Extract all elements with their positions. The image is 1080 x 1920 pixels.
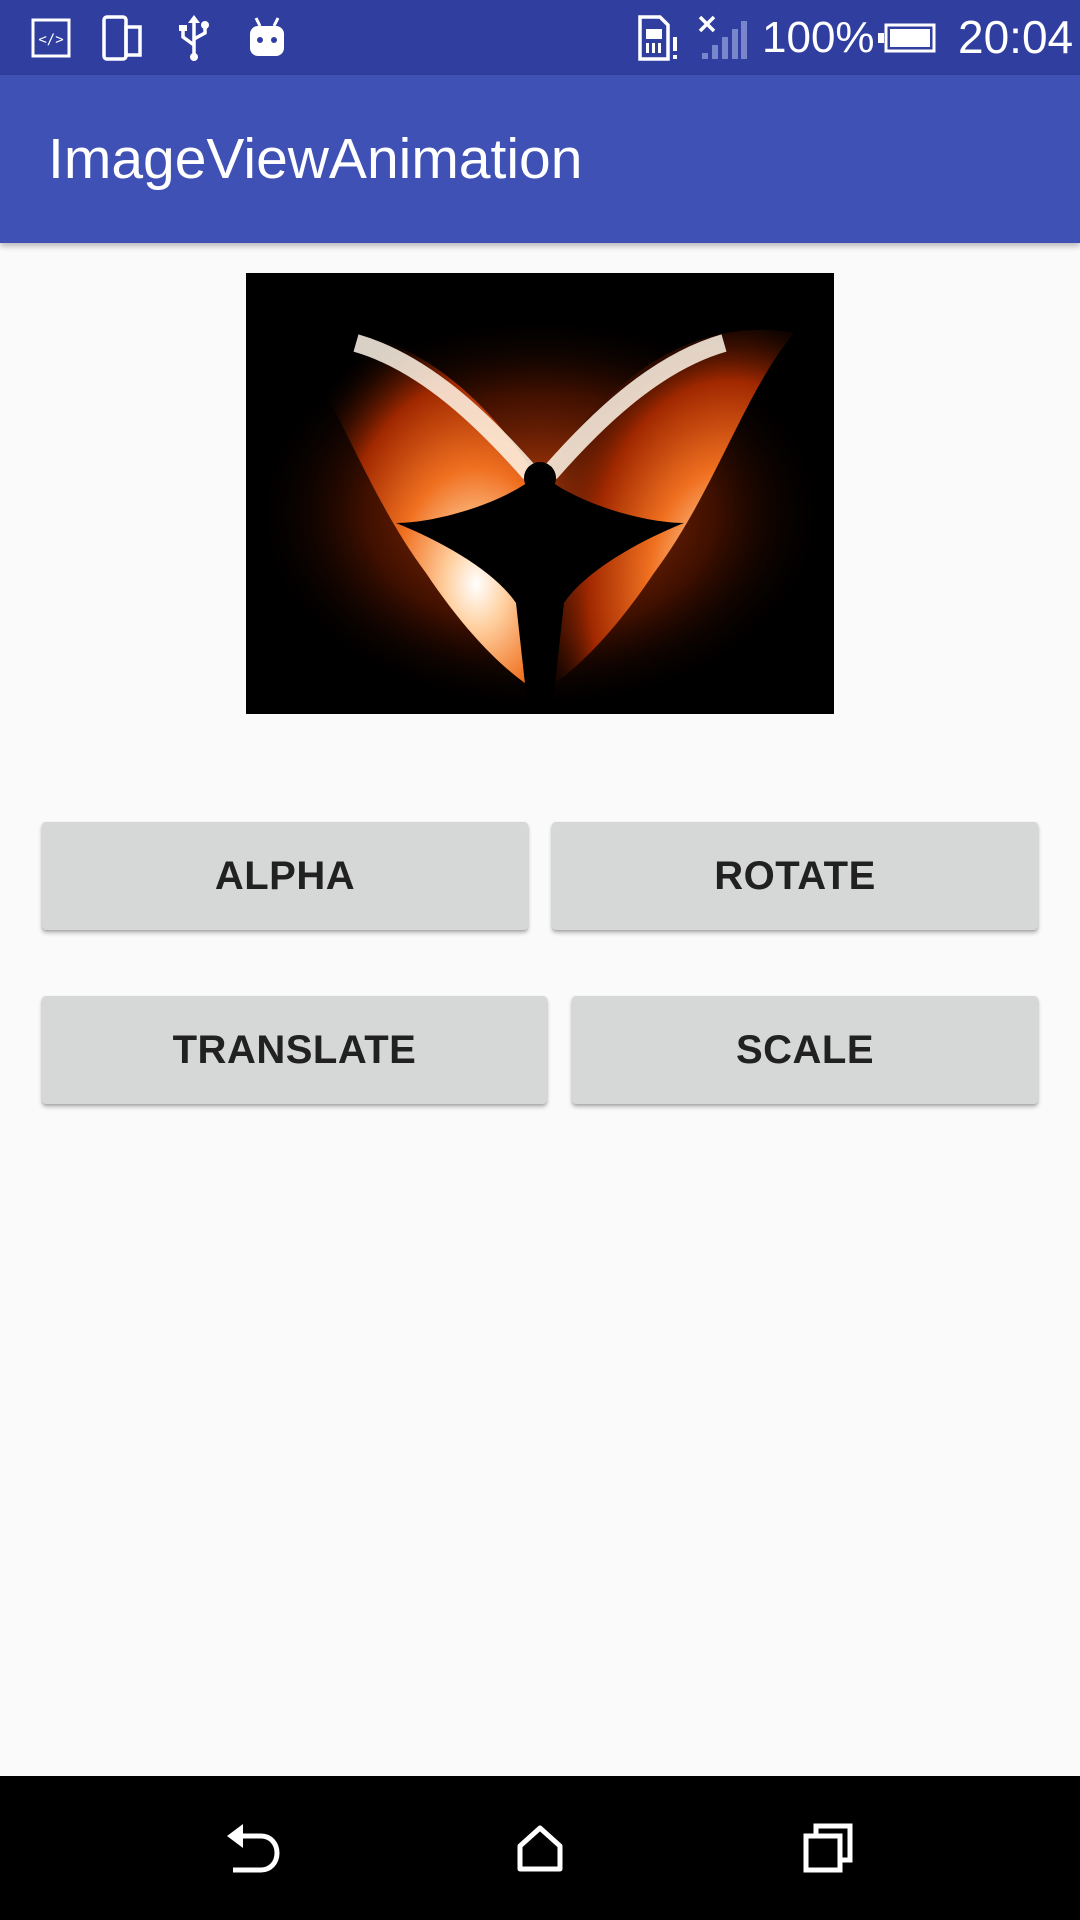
navigation-bar bbox=[0, 1776, 1080, 1920]
rotate-button[interactable]: ROTATE bbox=[552, 822, 1038, 930]
phoenix-image bbox=[246, 273, 834, 714]
sim-alert-icon bbox=[636, 0, 680, 75]
clock: 20:04 bbox=[958, 11, 1074, 63]
app-title: ImageViewAnimation bbox=[48, 127, 583, 191]
svg-text:</>: </> bbox=[38, 32, 63, 48]
back-icon[interactable] bbox=[173, 1776, 333, 1920]
recents-icon[interactable] bbox=[748, 1776, 908, 1920]
usb-icon bbox=[176, 0, 212, 75]
translate-button[interactable]: TRANSLATE bbox=[42, 996, 547, 1104]
scale-button[interactable]: SCALE bbox=[572, 996, 1038, 1104]
battery-percent: 100% bbox=[762, 13, 875, 62]
home-icon[interactable] bbox=[460, 1776, 620, 1920]
android-debug-icon bbox=[248, 0, 286, 75]
alpha-button[interactable]: ALPHA bbox=[42, 822, 528, 930]
signal-no-service-icon bbox=[698, 0, 748, 75]
battery-icon bbox=[878, 0, 936, 75]
code-icon: </> bbox=[30, 0, 72, 75]
device-rotate-icon bbox=[102, 0, 142, 75]
status-bar: </> 100% 20:04 bbox=[0, 0, 1080, 75]
app-bar: ImageViewAnimation bbox=[0, 75, 1080, 243]
